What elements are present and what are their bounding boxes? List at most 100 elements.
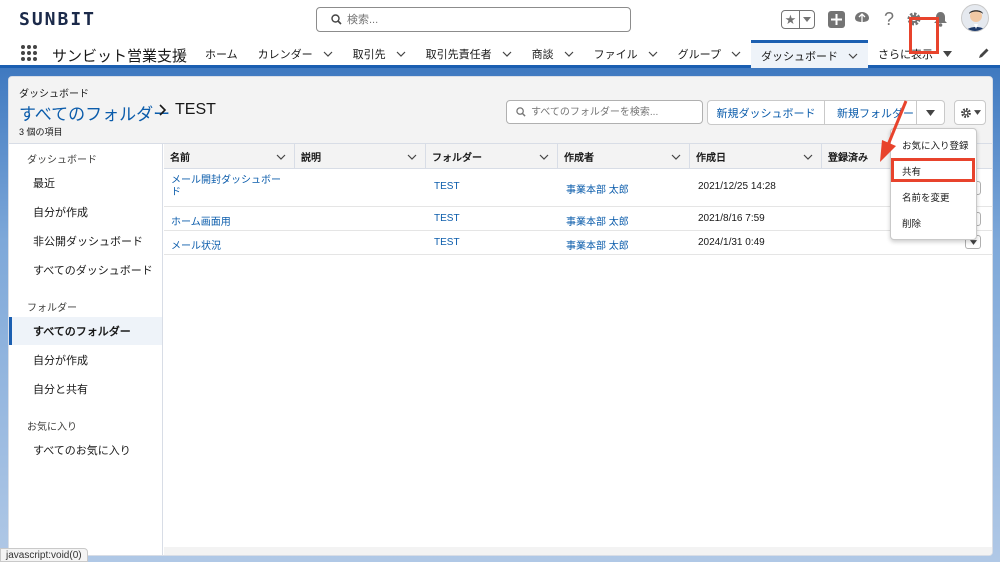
dashboard-list-table: 名前 説明 フォルダー 作成者 作成日 登録済み メール開封ダッシュボード TE… (164, 144, 992, 555)
created-date: 2021/12/25 14:28 (698, 181, 776, 192)
table-footer (164, 547, 992, 555)
chevron-down-icon[interactable] (848, 50, 858, 62)
nav-tab-label: ダッシュボード (761, 50, 839, 63)
caret-down-icon (926, 109, 935, 116)
column-header-label: 登録済み (828, 153, 868, 164)
sidebar-section-favorites: お気に入り (27, 422, 77, 433)
nav-tab-contacts[interactable]: 取引先責任者 (416, 40, 522, 68)
folder-sidebar: ダッシュボード 最近 自分が作成 非公開ダッシュボード すべてのダッシュボード … (9, 144, 163, 555)
folder-link[interactable]: TEST (434, 181, 460, 192)
global-header: SUNBIT ★ ? (0, 0, 1000, 40)
sidebar-item-private-dashboards[interactable]: 非公開ダッシュボード (9, 227, 162, 255)
edit-nav-pencil-icon[interactable] (978, 47, 990, 62)
nav-tab-dashboards[interactable]: ダッシュボード (751, 40, 869, 68)
chevron-down-icon[interactable] (671, 152, 681, 163)
item-count: 3 個の項目 (19, 127, 63, 137)
page-title: TEST (175, 101, 216, 118)
chevron-down-icon[interactable] (731, 48, 741, 60)
column-header-label: 作成者 (564, 153, 594, 164)
nav-tab-label: 商談 (531, 49, 554, 61)
favorites-star-icon[interactable]: ★ (782, 11, 800, 28)
table-row: ホーム画面用 TEST 事業本部 太郎 2021/8/16 7:59 (164, 207, 992, 231)
column-header-label: フォルダー (432, 153, 482, 164)
created-by-link[interactable]: 事業本部 太郎 (566, 237, 629, 252)
caret-down-icon (973, 110, 981, 115)
dashboard-name-line: メール開封ダッシュボー (171, 175, 281, 186)
sidebar-section-folders: フォルダー (27, 303, 77, 314)
dashboard-name-line: ド (171, 187, 181, 198)
nav-tab-groups[interactable]: グループ (668, 40, 751, 68)
folder-link[interactable]: TEST (434, 237, 460, 248)
dashboard-name-link[interactable]: メール開封ダッシュボード (171, 175, 291, 199)
chevron-down-icon[interactable] (396, 48, 406, 60)
list-settings-button[interactable] (954, 100, 986, 125)
table-row: メール状況 TEST 事業本部 太郎 2024/1/31 0:49 (164, 231, 992, 255)
menu-item-rename[interactable]: 名前を変更 (891, 185, 978, 209)
folder-search[interactable] (506, 100, 703, 124)
sidebar-item-shared-with-me[interactable]: 自分と共有 (9, 375, 162, 403)
folder-search-input[interactable] (531, 104, 699, 120)
chevron-down-icon[interactable] (276, 152, 286, 163)
column-header-label: 作成日 (696, 153, 726, 164)
sidebar-item-recent[interactable]: 最近 (9, 169, 162, 197)
nav-tab-files[interactable]: ファイル (584, 40, 668, 68)
sidebar-item-all-folders[interactable]: すべてのフォルダー (9, 317, 162, 345)
more-actions-button[interactable] (917, 100, 945, 125)
gear-icon (960, 107, 971, 118)
chevron-down-icon[interactable] (648, 48, 658, 60)
folder-link[interactable]: TEST (434, 213, 460, 224)
nav-tab-home[interactable]: ホーム (195, 40, 248, 68)
nav-tab-accounts[interactable]: 取引先 (343, 40, 416, 68)
created-date: 2021/8/16 7:59 (698, 213, 765, 224)
chevron-down-icon[interactable] (502, 48, 512, 60)
search-icon (331, 14, 342, 25)
company-logo[interactable]: SUNBIT (19, 9, 96, 30)
column-header-created-date[interactable]: 作成日 (690, 144, 822, 169)
nav-tab-opportunities[interactable]: 商談 (522, 40, 584, 68)
table-header: 名前 説明 フォルダー 作成者 作成日 登録済み (164, 144, 992, 169)
sidebar-item-all-favorites[interactable]: すべてのお気に入り (9, 436, 162, 464)
breadcrumb-all-folders[interactable]: すべてのフォルダー (19, 100, 170, 125)
sidebar-item-created-by-me[interactable]: 自分が作成 (9, 198, 162, 226)
dashboard-name-link[interactable]: ホーム画面用 (171, 213, 231, 228)
trailhead-icon[interactable] (851, 8, 873, 30)
nav-tabs: ホーム カレンダー 取引先 取引先責任者 商談 ファイル グループ ダッシュボー… (195, 40, 962, 68)
nav-tab-label: 取引先 (352, 49, 386, 61)
chevron-down-icon[interactable] (564, 48, 574, 60)
column-header-description[interactable]: 説明 (295, 144, 426, 169)
sidebar-item-folders-created-by-me[interactable]: 自分が作成 (9, 346, 162, 374)
favorites-button-group[interactable]: ★ (781, 10, 815, 29)
nav-tab-calendar[interactable]: カレンダー (248, 40, 343, 68)
app-launcher-icon[interactable] (21, 45, 37, 61)
chevron-down-icon[interactable] (803, 152, 813, 163)
menu-item-favorite[interactable]: お気に入り登録 (891, 133, 978, 157)
created-by-link[interactable]: 事業本部 太郎 (566, 181, 629, 196)
chevron-down-icon[interactable] (323, 48, 333, 60)
user-avatar[interactable] (961, 4, 989, 32)
new-folder-button[interactable]: 新規フォルダー (825, 100, 917, 125)
page-eyebrow: ダッシュボード (19, 89, 89, 100)
column-header-created-by[interactable]: 作成者 (558, 144, 690, 169)
chevron-down-icon[interactable] (539, 152, 549, 163)
menu-item-delete[interactable]: 削除 (891, 211, 978, 235)
global-search[interactable] (316, 7, 631, 32)
dashboard-name-link[interactable]: メール状況 (171, 237, 221, 252)
created-by-link[interactable]: 事業本部 太郎 (566, 213, 629, 228)
global-search-input[interactable] (347, 11, 617, 28)
help-icon[interactable]: ? (878, 8, 900, 30)
new-dashboard-button[interactable]: 新規ダッシュボード (707, 100, 825, 125)
nav-tab-label: 取引先責任者 (425, 49, 492, 61)
nav-tab-label: グループ (677, 49, 722, 61)
chevron-down-icon[interactable] (407, 152, 417, 163)
annotation-highlight-box (909, 17, 939, 54)
sidebar-item-all-dashboards[interactable]: すべてのダッシュボード (9, 256, 162, 284)
column-header-name[interactable]: 名前 (164, 144, 295, 169)
caret-down-icon (969, 239, 977, 245)
add-icon[interactable] (825, 8, 847, 30)
column-header-folder[interactable]: フォルダー (426, 144, 558, 169)
favorites-menu-icon[interactable] (800, 11, 814, 28)
nav-tab-label: ホーム (205, 49, 238, 61)
caret-down-icon[interactable] (943, 48, 953, 60)
nav-tab-label: カレンダー (257, 49, 313, 61)
column-header-label: 説明 (301, 153, 321, 164)
